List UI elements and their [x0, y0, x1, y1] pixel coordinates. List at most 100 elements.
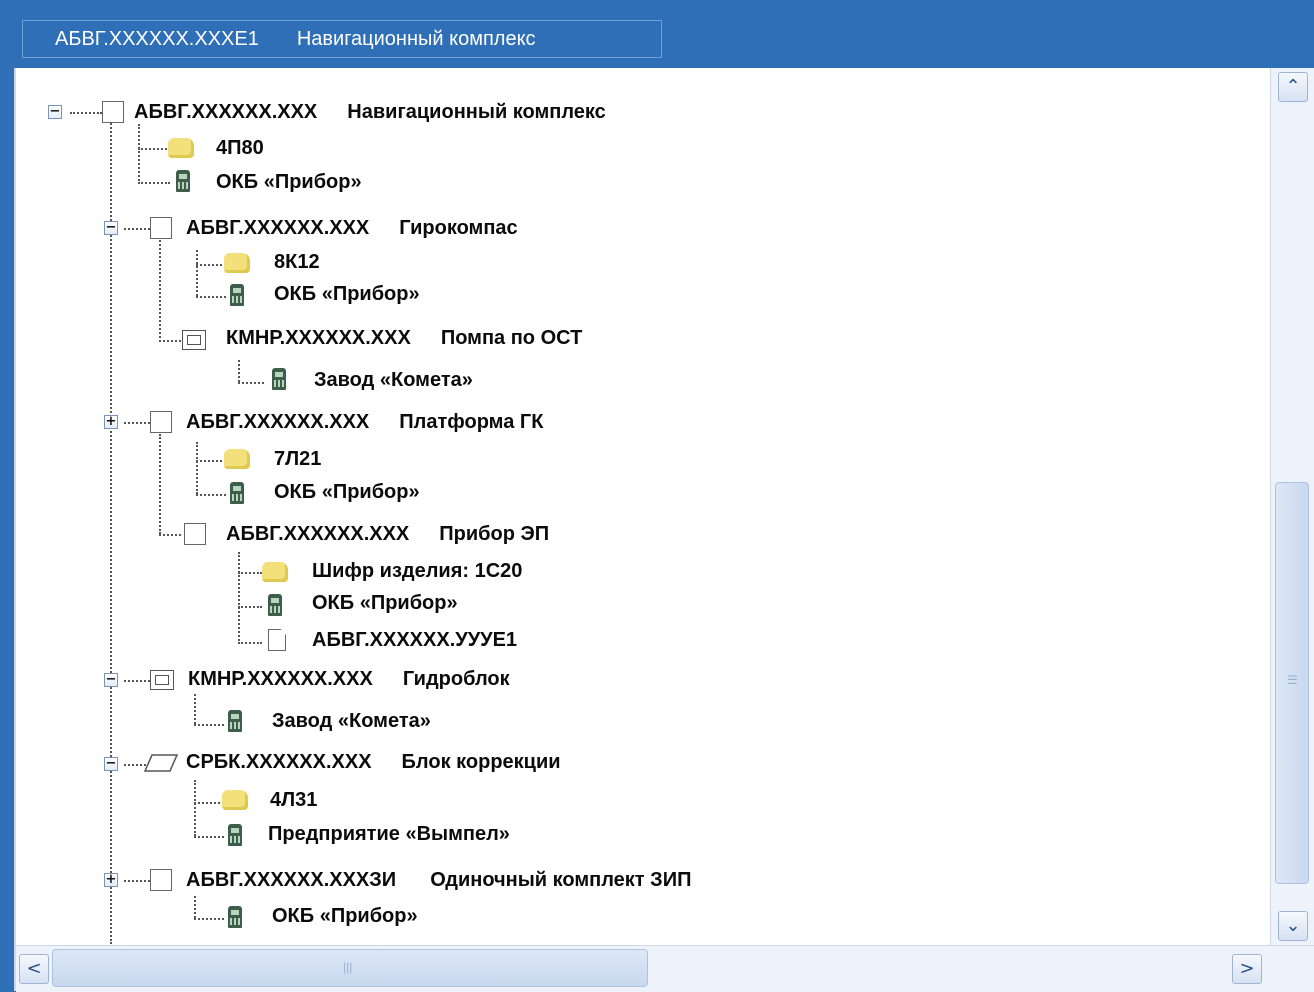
- node-code: АБВГ.XXXXXX.XXXЗИ: [186, 868, 397, 891]
- tree-node-hydro[interactable]: КМНР.XXXXXX.XXX Гидроблок: [188, 663, 510, 695]
- tree-line: [196, 264, 226, 266]
- tree-node-doc[interactable]: АБВГ.XXXXXX.УУУЕ1: [312, 624, 517, 656]
- tree-line: [124, 880, 150, 882]
- tree-line: [138, 148, 170, 150]
- tree-line: [238, 572, 262, 574]
- tree-line-main: [110, 120, 112, 944]
- tree-node-org[interactable]: Предприятие «Вымпел»: [268, 818, 510, 850]
- organization-icon: [230, 482, 244, 504]
- tree-line-ep: [238, 552, 240, 644]
- tree-node-org[interactable]: ОКБ «Прибор»: [216, 166, 362, 198]
- node-code: АБВГ.XXXXXX.XXX: [226, 522, 410, 545]
- tree-node-zip[interactable]: АБВГ.XXXXXX.XXXЗИ Одиночный комплект ЗИП: [186, 864, 691, 896]
- part-box-icon: [184, 523, 206, 545]
- part-box-icon: [150, 869, 172, 891]
- part-box-icon: [102, 101, 124, 123]
- tree-line: [238, 606, 262, 608]
- collapse-root-button[interactable]: −: [48, 105, 62, 119]
- node-code: АБВГ.XXXXXX.XXX: [134, 100, 318, 123]
- organization-icon: [268, 594, 282, 616]
- organization-icon: [228, 710, 242, 732]
- node-label: Завод «Комета»: [314, 368, 473, 391]
- node-name: Прибор ЭП: [439, 522, 550, 545]
- tree-node-cipher[interactable]: 4П80: [216, 132, 264, 164]
- node-code: КМНР.XXXXXX.XXX: [226, 326, 411, 349]
- tree-node-org[interactable]: ОКБ «Прибор»: [272, 900, 418, 932]
- node-code: СРБК.XXXXXX.XXX: [186, 750, 372, 773]
- tree-line: [124, 228, 150, 230]
- folder-icon: [262, 562, 288, 582]
- tree-node-cipher[interactable]: Шифр изделия: 1С20: [312, 555, 522, 587]
- tree-line-gyro: [159, 240, 161, 342]
- node-name: Блок коррекции: [401, 750, 561, 773]
- document-icon: [268, 629, 286, 651]
- folder-icon: [168, 138, 194, 158]
- tree-line: [124, 680, 150, 682]
- tree-node-cipher[interactable]: 7Л21: [274, 443, 321, 475]
- tree-line-corr: [194, 780, 196, 836]
- tree-line: [196, 460, 226, 462]
- folder-icon: [222, 790, 248, 810]
- title-tab[interactable]: АБВГ.XXXXXX.XXXE1 Навигационный комплекс: [22, 20, 662, 58]
- organization-icon: [228, 824, 242, 846]
- tree-node-platform[interactable]: АБВГ.XXXXXX.XXX Платформа ГК: [186, 406, 543, 438]
- tree-line: [194, 918, 224, 920]
- tree-line-platform-props: [196, 442, 198, 494]
- tree-node-root[interactable]: АБВГ.XXXXXX.XXX Навигационный комплекс: [134, 96, 606, 128]
- organization-icon: [228, 906, 242, 928]
- title-bar: АБВГ.XXXXXX.XXXE1 Навигационный комплекс: [0, 0, 1314, 68]
- tree-node-ep[interactable]: АБВГ.XXXXXX.XXX Прибор ЭП: [226, 518, 549, 550]
- horizontal-scroll-thumb[interactable]: |||: [52, 949, 648, 987]
- organization-icon: [272, 368, 286, 390]
- node-label: 8К12: [274, 250, 320, 273]
- tree-node-org[interactable]: ОКБ «Прибор»: [312, 587, 458, 619]
- scroll-left-button[interactable]: <: [19, 954, 49, 984]
- node-label: ОКБ «Прибор»: [274, 282, 420, 305]
- tree-node-corr[interactable]: СРБК.XXXXXX.XXX Блок коррекции: [186, 746, 561, 778]
- node-name: Одиночный комплект ЗИП: [430, 868, 692, 891]
- scroll-down-button[interactable]: ⌄: [1278, 911, 1308, 941]
- expand-zip-button[interactable]: +: [104, 873, 118, 887]
- tree-node-cipher[interactable]: 8К12: [274, 246, 320, 278]
- node-label: Предприятие «Вымпел»: [268, 822, 510, 845]
- tree-line-hydro: [194, 694, 196, 724]
- title-name: Навигационный комплекс: [296, 27, 536, 50]
- tree-line: [159, 340, 181, 342]
- vertical-scrollbar[interactable]: ⌃ ☰ ⌄: [1270, 68, 1314, 945]
- tree-line: [70, 112, 102, 114]
- scroll-right-button[interactable]: >: [1232, 954, 1262, 984]
- tree-line-gyro-props: [196, 250, 198, 296]
- node-code: АБВГ.XXXXXX.XXX: [186, 410, 370, 433]
- node-label: ОКБ «Прибор»: [216, 170, 362, 193]
- tree-node-pump[interactable]: КМНР.XXXXXX.XXX Помпа по ОСТ: [226, 322, 582, 354]
- parallelogram-icon: [144, 754, 178, 772]
- tree-node-org[interactable]: Завод «Комета»: [314, 364, 473, 396]
- collapse-gyro-button[interactable]: −: [104, 221, 118, 235]
- tree-line-platform: [159, 434, 161, 534]
- title-code: АБВГ.XXXXXX.XXXE1: [55, 27, 259, 50]
- tree-node-org[interactable]: Завод «Комета»: [272, 705, 431, 737]
- node-name: Навигационный комплекс: [347, 100, 606, 123]
- node-label: ОКБ «Прибор»: [312, 591, 458, 614]
- node-label: Шифр изделия: 1С20: [312, 559, 523, 582]
- tree-node-org[interactable]: ОКБ «Прибор»: [274, 476, 420, 508]
- part-box-icon: [150, 411, 172, 433]
- collapse-corr-button[interactable]: −: [104, 757, 118, 771]
- scroll-up-button[interactable]: ⌃: [1278, 72, 1308, 102]
- node-label: 4Л31: [270, 788, 318, 811]
- expand-platform-button[interactable]: +: [104, 415, 118, 429]
- vertical-scroll-thumb[interactable]: ☰: [1275, 482, 1309, 884]
- organization-icon: [230, 284, 244, 306]
- collapse-hydro-button[interactable]: −: [104, 673, 118, 687]
- node-label: Завод «Комета»: [272, 709, 431, 732]
- tree-line-zip: [194, 896, 196, 918]
- part-box-icon: [150, 217, 172, 239]
- tree-node-cipher[interactable]: 4Л31: [270, 784, 317, 816]
- tree-node-org[interactable]: ОКБ «Прибор»: [274, 278, 420, 310]
- tree-line: [194, 724, 224, 726]
- horizontal-scrollbar[interactable]: < ||| >: [16, 945, 1314, 992]
- node-name: Гирокомпас: [399, 216, 518, 239]
- tree-node-gyro[interactable]: АБВГ.XXXXXX.XXX Гирокомпас: [186, 212, 518, 244]
- grip-icon: |||: [343, 960, 353, 974]
- tree-line: [196, 296, 226, 298]
